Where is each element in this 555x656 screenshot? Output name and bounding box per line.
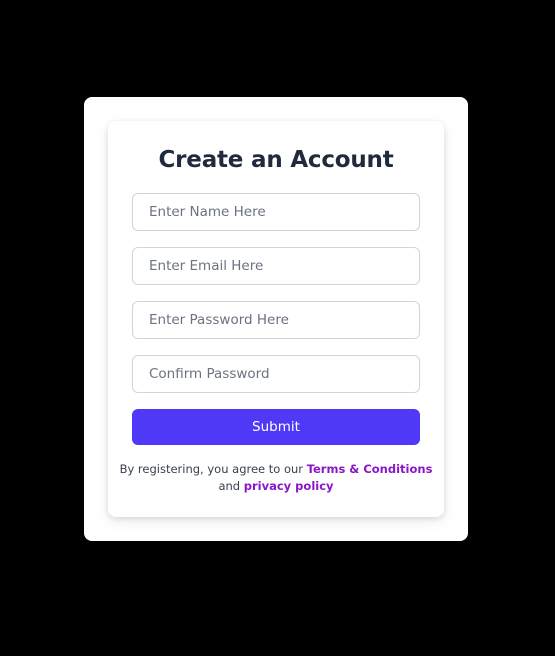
terms-link[interactable]: Terms & Conditions [307, 462, 433, 476]
terms-notice: By registering, you agree to our Terms &… [108, 461, 444, 495]
terms-prefix: By registering, you agree to our [119, 462, 307, 476]
register-form: Create an Account Submit By registering,… [108, 121, 444, 517]
email-input[interactable] [132, 247, 420, 285]
outer-card: Create an Account Submit By registering,… [84, 97, 468, 541]
page-title: Create an Account [158, 147, 394, 173]
password-input[interactable] [132, 301, 420, 339]
name-input[interactable] [132, 193, 420, 231]
terms-joiner: and [218, 479, 244, 493]
confirm-password-input[interactable] [132, 355, 420, 393]
privacy-link[interactable]: privacy policy [244, 479, 334, 493]
submit-button[interactable]: Submit [132, 409, 420, 445]
